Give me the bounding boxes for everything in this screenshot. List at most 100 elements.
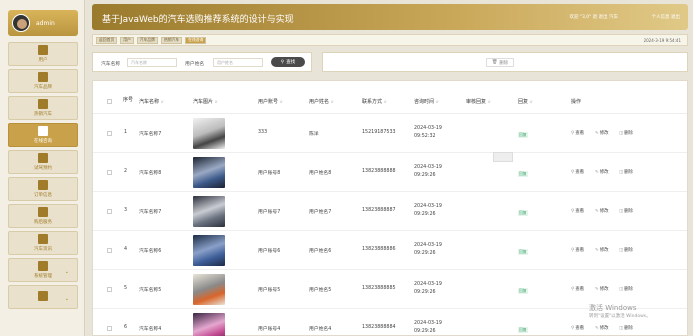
breadcrumb-home[interactable]: 返回首页 [96,36,118,44]
header-account-links[interactable]: 个人信息 退出 [652,14,680,20]
row-time: 2024-03-19 09:29:26 [414,165,442,178]
reply-link[interactable]: 回复 [518,210,528,216]
delete-row-button[interactable]: ◫删除 [619,130,633,136]
view-button[interactable]: ⚲查看 [571,247,584,253]
search-icon: ⚲ [571,131,575,136]
trash-icon: ◫ [619,287,624,292]
sidebar-item-label: 系统管理 [34,274,52,279]
sidebar-item-label: 汽车品牌 [34,85,52,90]
row-no: 3 [124,208,128,213]
chart-icon [38,45,48,55]
delete-row-button[interactable]: ◫删除 [619,325,633,331]
user-name-input[interactable]: 用户姓名 [213,58,263,67]
table-row: 4 汽车名称6 用户账号6 用户姓名6 13823888886 2024-03-19 09… [93,231,687,270]
delete-row-button[interactable]: ◫删除 [619,208,633,214]
view-button[interactable]: ⚲查看 [571,286,584,292]
app-header: 基于JavaWeb的汽车选购推荐系统的设计与实现 欢迎 "3,0" 退 退出 汽… [92,4,688,30]
col-car-name[interactable]: 汽车名称 ⇵ [139,98,164,105]
reply-link[interactable]: 回复 [518,327,528,333]
sidebar-item-test-drive[interactable]: 试驾预约 [8,150,78,174]
col-account[interactable]: 用户账号 ⇵ [258,98,283,105]
view-button[interactable]: ⚲查看 [571,130,584,136]
current-time: 2024-3-19 9:54:41 [643,38,681,43]
pencil-icon: ✎ [595,131,599,136]
edit-button[interactable]: ✎修改 [595,208,608,214]
sidebar-item-label: 购后服务 [34,220,52,225]
grid-icon [38,180,48,190]
row-phone: 13823888885 [362,286,396,291]
sidebar-item-label: 订单信息 [34,193,52,198]
col-review[interactable]: 审核回复 ⇵ [466,98,491,105]
col-time[interactable]: 咨询时间 ⇵ [414,98,439,105]
breadcrumb-brands[interactable]: 汽车品牌 [136,36,158,44]
pencil-icon: ✎ [595,287,599,292]
breadcrumb-consult[interactable]: 在线咨询 [185,36,207,44]
row-checkbox[interactable] [107,287,112,292]
edit-button[interactable]: ✎修改 [595,247,608,253]
user-name-label: 用户姓名 [185,62,205,67]
breadcrumb-users[interactable]: 用户 [120,36,134,44]
row-checkbox[interactable] [107,248,112,253]
sidebar-item-orders[interactable]: 订单信息 [8,177,78,201]
row-car-name: 汽车名称5 [139,288,162,293]
delete-button[interactable]: 🗑 删除 [486,58,514,67]
row-time: 2024-03-19 09:52:32 [414,126,442,139]
col-phone[interactable]: 联系方式 ⇵ [362,98,387,105]
consult-table: 序号 汽车名称 ⇵ 汽车图片 ⇵ 用户账号 ⇵ 用户姓名 ⇵ 联系方式 ⇵ 咨询时间 ⇵ 审… [92,80,688,336]
delete-row-button[interactable]: ◫删除 [619,286,633,292]
sidebar-item-news[interactable]: 汽车资讯 [8,231,78,255]
edit-button[interactable]: ✎修改 [595,325,608,331]
row-phone: 13823888886 [362,247,396,252]
breadcrumb: 返回首页 用户 汽车品牌 热销汽车 在线咨询 2024-3-19 9:54:41 [92,34,688,46]
view-button[interactable]: ⚲查看 [571,208,584,214]
search-icon: ⚲ [280,59,285,65]
row-account: 用户账号5 [258,288,281,293]
user-card[interactable]: admin [8,10,78,36]
sidebar-item-hot-cars[interactable]: 热销汽车 [8,96,78,120]
sidebar-item-system[interactable]: 系统管理 ⌄ [8,258,78,282]
sidebar-item-consult[interactable]: 在线咨询 [8,123,78,147]
search-button[interactable]: ⚲ 查找 [271,57,305,67]
sidebar-item-users[interactable]: 用户 [8,42,78,66]
row-car-name: 汽车名称7 [139,210,162,215]
reply-link[interactable]: 回复 [518,249,528,255]
row-no: 1 [124,130,128,135]
delete-row-button[interactable]: ◫删除 [619,247,633,253]
edit-button[interactable]: ✎修改 [595,169,608,175]
watermark-subtitle: 转到"设置"以激活 Windows。 [589,314,651,319]
row-checkbox[interactable] [107,326,112,331]
paper-plane-icon [38,234,48,244]
row-checkbox[interactable] [107,170,112,175]
col-user-name[interactable]: 用户姓名 ⇵ [309,98,334,105]
car-name-input[interactable]: 汽车名称 [127,58,177,67]
car-image [193,118,225,149]
reply-link[interactable]: 回复 [518,288,528,294]
person-icon [38,261,48,271]
breadcrumb-hot-cars[interactable]: 热销汽车 [160,36,183,44]
row-user-name: 用户姓名8 [309,171,332,176]
row-phone: 13823888888 [362,169,396,174]
edit-button[interactable]: ✎修改 [595,130,608,136]
sidebar-item-brands[interactable]: 汽车品牌 [8,69,78,93]
toolbar-panel: 🗑 删除 [322,52,688,72]
row-checkbox[interactable] [107,131,112,136]
sidebar: admin 用户 汽车品牌 热销汽车 在线咨询 试驾预约 订单信息 购后服务 汽… [0,0,85,336]
select-all-checkbox[interactable] [107,99,112,104]
reply-link[interactable]: 回复 [518,132,528,138]
trash-icon: ◫ [619,248,624,253]
view-button[interactable]: ⚲查看 [571,325,584,331]
col-reply[interactable]: 回复 ⇵ [518,98,533,105]
row-no: 5 [124,286,128,291]
row-time: 2024-03-19 09:29:26 [414,282,442,295]
view-button[interactable]: ⚲查看 [571,169,584,175]
row-checkbox[interactable] [107,209,112,214]
edit-button[interactable]: ✎修改 [595,286,608,292]
row-no: 6 [124,325,128,330]
row-account: 用户账号7 [258,210,281,215]
col-car-image[interactable]: 汽车图片 ⇵ [193,98,218,105]
sidebar-item-service[interactable]: 购后服务 [8,204,78,228]
header-links[interactable]: 欢迎 "3,0" 退 退出 汽车 [569,14,618,20]
reply-link[interactable]: 回复 [518,171,528,177]
delete-row-button[interactable]: ◫删除 [619,169,633,175]
sidebar-item-extra[interactable]: ⌄ [8,285,78,309]
